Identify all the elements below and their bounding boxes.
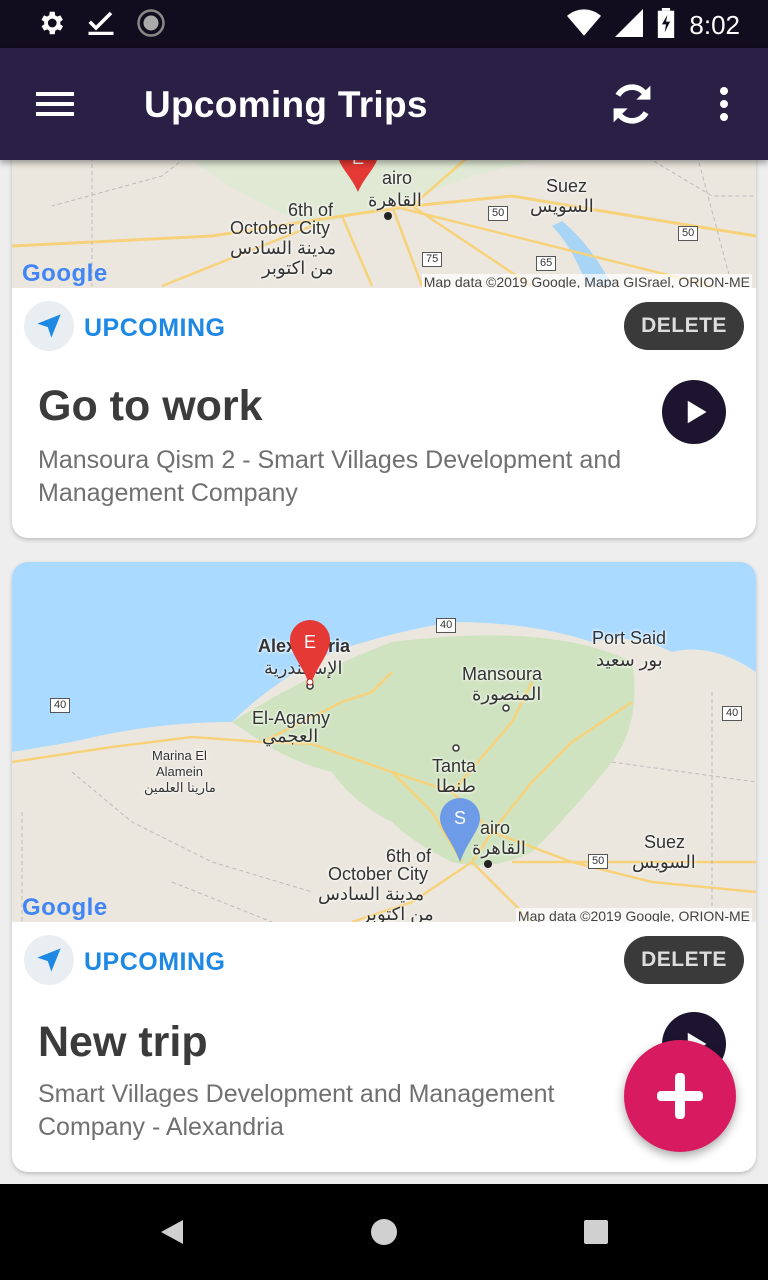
- home-icon[interactable]: [364, 1212, 404, 1252]
- road-shield: 65: [536, 256, 557, 271]
- map-label: طنطا: [436, 776, 477, 796]
- trip-list[interactable]: airo القاهرة 6th of October City مدينة ا…: [0, 160, 768, 1184]
- map-label: Suez: [546, 176, 588, 196]
- google-logo: Google: [22, 260, 108, 287]
- page-title: Upcoming Trips: [144, 84, 428, 125]
- gear-icon: [36, 8, 66, 43]
- map-label: Suez: [644, 832, 686, 852]
- end-marker-icon[interactable]: E: [338, 160, 378, 197]
- refresh-icon[interactable]: [600, 76, 664, 132]
- map-label: مدينة السادس: [230, 238, 337, 258]
- trip-map[interactable]: airo القاهرة 6th of October City مدينة ا…: [12, 160, 756, 288]
- google-logo: Google: [22, 894, 108, 921]
- road-shield: 40: [436, 618, 457, 633]
- sync-progress-icon: [136, 8, 166, 43]
- map-label: Tanta: [432, 756, 477, 776]
- back-icon[interactable]: [152, 1212, 192, 1252]
- check-icon: [86, 8, 116, 43]
- trip-status: UPCOMING: [84, 948, 226, 976]
- road-shield: 75: [422, 252, 443, 267]
- map-label: مارينا العلمين: [144, 780, 216, 795]
- trip-title: New trip: [38, 1018, 208, 1066]
- navigation-icon: [24, 935, 74, 985]
- app-bar: Upcoming Trips: [0, 48, 768, 160]
- plus-icon: [657, 1073, 703, 1119]
- map-label: المنصورة: [472, 684, 542, 704]
- end-marker-icon[interactable]: E: [290, 620, 330, 691]
- start-marker-icon[interactable]: S: [440, 798, 480, 867]
- road-shield: 40: [50, 698, 71, 713]
- map-label: airo: [382, 168, 413, 188]
- system-nav-bar: [0, 1184, 768, 1280]
- map-label: Marina El: [152, 748, 207, 763]
- cell-signal-icon: [615, 8, 644, 43]
- road-shield: 50: [678, 226, 699, 241]
- road-shield: 50: [588, 854, 609, 869]
- map-label: October City: [328, 864, 429, 884]
- map-attribution: Map data ©2019 Google, Mapa GISrael, ORI…: [421, 274, 752, 288]
- road-shield: 40: [722, 706, 743, 721]
- map-label: العجمي: [262, 726, 319, 746]
- svg-text:E: E: [304, 632, 316, 652]
- trip-status-row: UPCOMING DELETE: [12, 288, 756, 364]
- map-label: السويس: [530, 196, 594, 216]
- play-icon: [687, 400, 707, 424]
- trip-status: UPCOMING: [84, 314, 226, 342]
- map-label: Mansoura: [462, 664, 543, 684]
- map-label: Port Said: [592, 628, 667, 648]
- map-label: من اكتوبر: [262, 258, 334, 278]
- more-vert-icon[interactable]: [704, 76, 744, 132]
- navigation-icon: [24, 301, 74, 351]
- map-label: airo: [480, 818, 511, 838]
- start-trip-button[interactable]: [662, 380, 726, 444]
- delete-button[interactable]: DELETE: [624, 936, 744, 984]
- trip-map[interactable]: Alexandria الإسكندرية Port Said بور سعيد…: [12, 562, 756, 922]
- battery-icon: [657, 8, 675, 43]
- map-label: من اكتوبر: [362, 904, 434, 922]
- trip-route: Mansoura Qism 2 - Smart Villages Develop…: [38, 446, 622, 507]
- map-label: القاهرة: [472, 838, 526, 858]
- map-label: October City: [230, 218, 331, 238]
- map-label: مدينة السادس: [318, 884, 425, 904]
- map-attribution: Map data ©2019 Google, ORION-ME: [515, 908, 752, 922]
- road-shield: 50: [488, 206, 509, 221]
- svg-text:E: E: [352, 160, 364, 168]
- recents-icon[interactable]: [576, 1212, 616, 1252]
- map-label: السويس: [632, 852, 696, 872]
- svg-text:S: S: [454, 808, 466, 828]
- trip-card[interactable]: airo القاهرة 6th of October City مدينة ا…: [12, 160, 756, 538]
- map-label: Alamein: [156, 764, 203, 779]
- map-label: بور سعيد: [596, 650, 663, 670]
- add-trip-button[interactable]: [624, 1040, 736, 1152]
- hamburger-icon[interactable]: [28, 80, 84, 128]
- wifi-icon: [567, 8, 602, 43]
- status-time: 8:02: [689, 10, 740, 40]
- delete-button[interactable]: DELETE: [624, 302, 744, 350]
- status-bar: 8:02: [0, 0, 768, 48]
- trip-route: Smart Villages Development and Managemen…: [38, 1080, 555, 1141]
- trip-title: Go to work: [38, 382, 263, 430]
- trip-status-row: UPCOMING DELETE: [12, 922, 756, 998]
